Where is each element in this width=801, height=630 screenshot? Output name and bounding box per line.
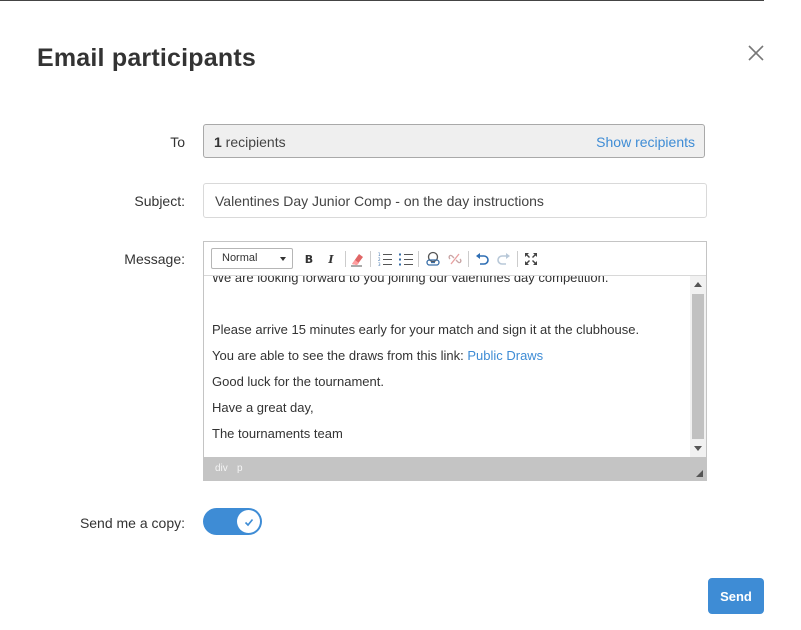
svg-text:3: 3 bbox=[378, 262, 381, 267]
toolbar-separator bbox=[468, 251, 469, 267]
send-copy-toggle[interactable] bbox=[203, 508, 262, 535]
draws-text: You are able to see the draws from this … bbox=[212, 348, 468, 363]
editor-content[interactable]: We are looking forward to you joining ou… bbox=[204, 276, 690, 457]
send-button[interactable]: Send bbox=[708, 578, 764, 614]
message-line: Good luck for the tournament. bbox=[212, 374, 384, 389]
toolbar-separator bbox=[517, 251, 518, 267]
message-blank-line bbox=[212, 295, 690, 321]
subject-input[interactable] bbox=[203, 183, 707, 218]
format-select[interactable]: Normal bbox=[211, 248, 293, 269]
format-select-value: Normal bbox=[222, 252, 258, 264]
recipients-field: 1 recipients Show recipients bbox=[203, 124, 705, 158]
toolbar-separator bbox=[370, 251, 371, 267]
scrollbar-thumb[interactable] bbox=[692, 294, 704, 439]
scroll-down-arrow-icon[interactable] bbox=[694, 446, 702, 451]
bullet-list-icon[interactable] bbox=[397, 250, 415, 268]
scroll-up-arrow-icon[interactable] bbox=[694, 282, 702, 287]
message-label: Message: bbox=[124, 251, 185, 267]
recipients-count: 1 bbox=[214, 134, 222, 150]
recipients-count-text: 1 recipients bbox=[214, 134, 286, 150]
copy-label: Send me a copy: bbox=[79, 515, 185, 531]
redo-icon[interactable] bbox=[495, 250, 513, 268]
toolbar-separator bbox=[418, 251, 419, 267]
resize-handle-icon[interactable] bbox=[696, 470, 703, 477]
toolbar-separator bbox=[345, 251, 346, 267]
message-line: We are looking forward to you joining ou… bbox=[212, 276, 609, 285]
message-line: You are able to see the draws from this … bbox=[212, 347, 690, 373]
message-editor: Normal B I 1 2 3 We are looking forward … bbox=[203, 241, 707, 481]
link-icon[interactable] bbox=[424, 250, 442, 268]
toggle-knob bbox=[237, 510, 260, 533]
editor-path-bar: div p bbox=[204, 457, 706, 480]
message-line: Have a great day, bbox=[212, 400, 314, 415]
email-participants-dialog: Email participants To 1 recipients Show … bbox=[0, 0, 801, 630]
maximize-icon[interactable] bbox=[522, 250, 540, 268]
subject-label: Subject: bbox=[134, 193, 185, 209]
show-recipients-link[interactable]: Show recipients bbox=[596, 134, 695, 150]
bold-icon[interactable]: B bbox=[300, 250, 318, 268]
path-item-div[interactable]: div bbox=[215, 463, 228, 474]
editor-toolbar: Normal B I 1 2 3 bbox=[204, 242, 706, 276]
public-draws-link[interactable]: Public Draws bbox=[467, 348, 543, 363]
message-line: The tournaments team bbox=[212, 426, 343, 441]
recipients-suffix: recipients bbox=[221, 134, 286, 150]
undo-icon[interactable] bbox=[473, 250, 491, 268]
close-icon[interactable] bbox=[744, 41, 768, 65]
path-item-p[interactable]: p bbox=[237, 463, 243, 474]
message-line: Please arrive 15 minutes early for your … bbox=[212, 322, 640, 337]
unlink-icon[interactable] bbox=[446, 250, 464, 268]
checkmark-icon bbox=[244, 518, 253, 526]
chevron-down-icon bbox=[280, 257, 286, 261]
remove-format-icon[interactable] bbox=[349, 250, 367, 268]
editor-scrollbar[interactable] bbox=[690, 276, 706, 457]
dialog-title: Email participants bbox=[37, 44, 256, 72]
to-label: To bbox=[170, 134, 185, 150]
italic-icon[interactable]: I bbox=[322, 250, 340, 268]
numbered-list-icon[interactable]: 1 2 3 bbox=[376, 250, 394, 268]
